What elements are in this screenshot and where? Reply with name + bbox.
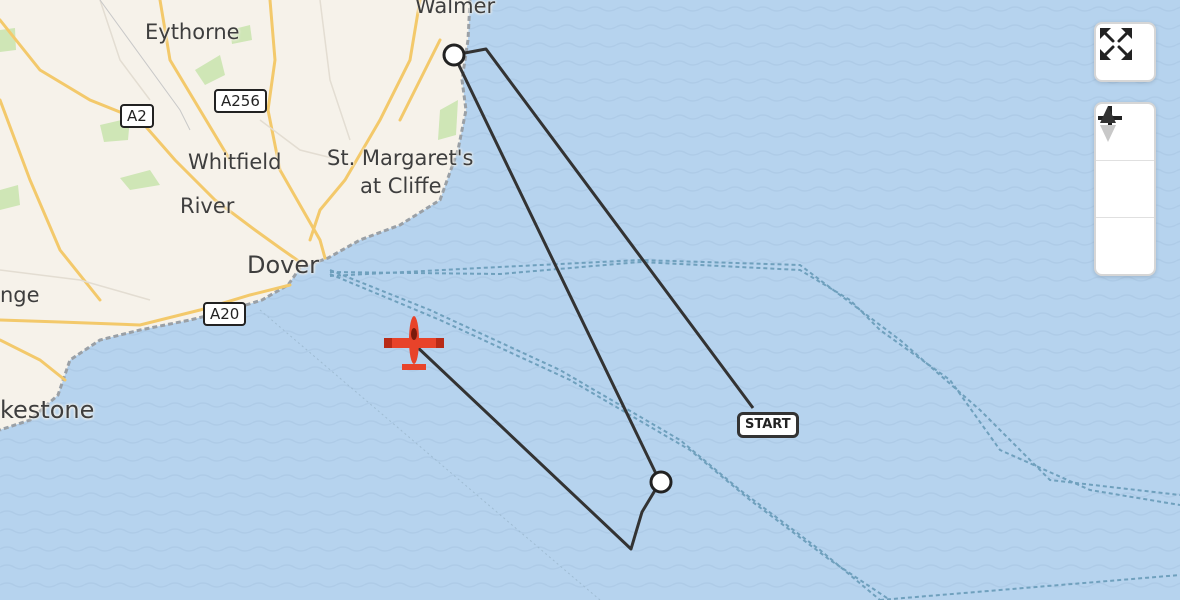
place-hawkinge: nge (0, 283, 40, 307)
map-canvas[interactable]: Walmer Eythorne Whitfield St. Margaret's… (0, 0, 1180, 600)
place-folkestone: kestone (0, 396, 95, 424)
place-st-margarets: St. Margaret's (327, 146, 474, 170)
map-base (0, 0, 1180, 600)
road-shield-a20: A20 (203, 302, 247, 326)
compass-button[interactable] (1096, 106, 1154, 274)
zoom-out-button[interactable] (1096, 116, 1154, 217)
waypoint-marker[interactable] (442, 43, 466, 67)
zoom-controls (1094, 102, 1156, 276)
place-dover: Dover (247, 251, 319, 279)
compass-icon (1100, 106, 1116, 142)
place-river: River (180, 194, 235, 218)
place-at-cliffe: at Cliffe (360, 174, 442, 198)
fullscreen-icon (1100, 28, 1132, 60)
road-shield-a256: A256 (214, 89, 267, 113)
road-shield-a2: A2 (120, 104, 154, 128)
place-whitfield: Whitfield (188, 150, 282, 174)
place-walmer: Walmer (415, 0, 496, 18)
fullscreen-button[interactable] (1096, 24, 1154, 80)
route-start-label: START (737, 412, 799, 438)
place-eythorne: Eythorne (145, 20, 240, 44)
fullscreen-control (1094, 22, 1156, 82)
waypoint-marker[interactable] (649, 470, 673, 494)
